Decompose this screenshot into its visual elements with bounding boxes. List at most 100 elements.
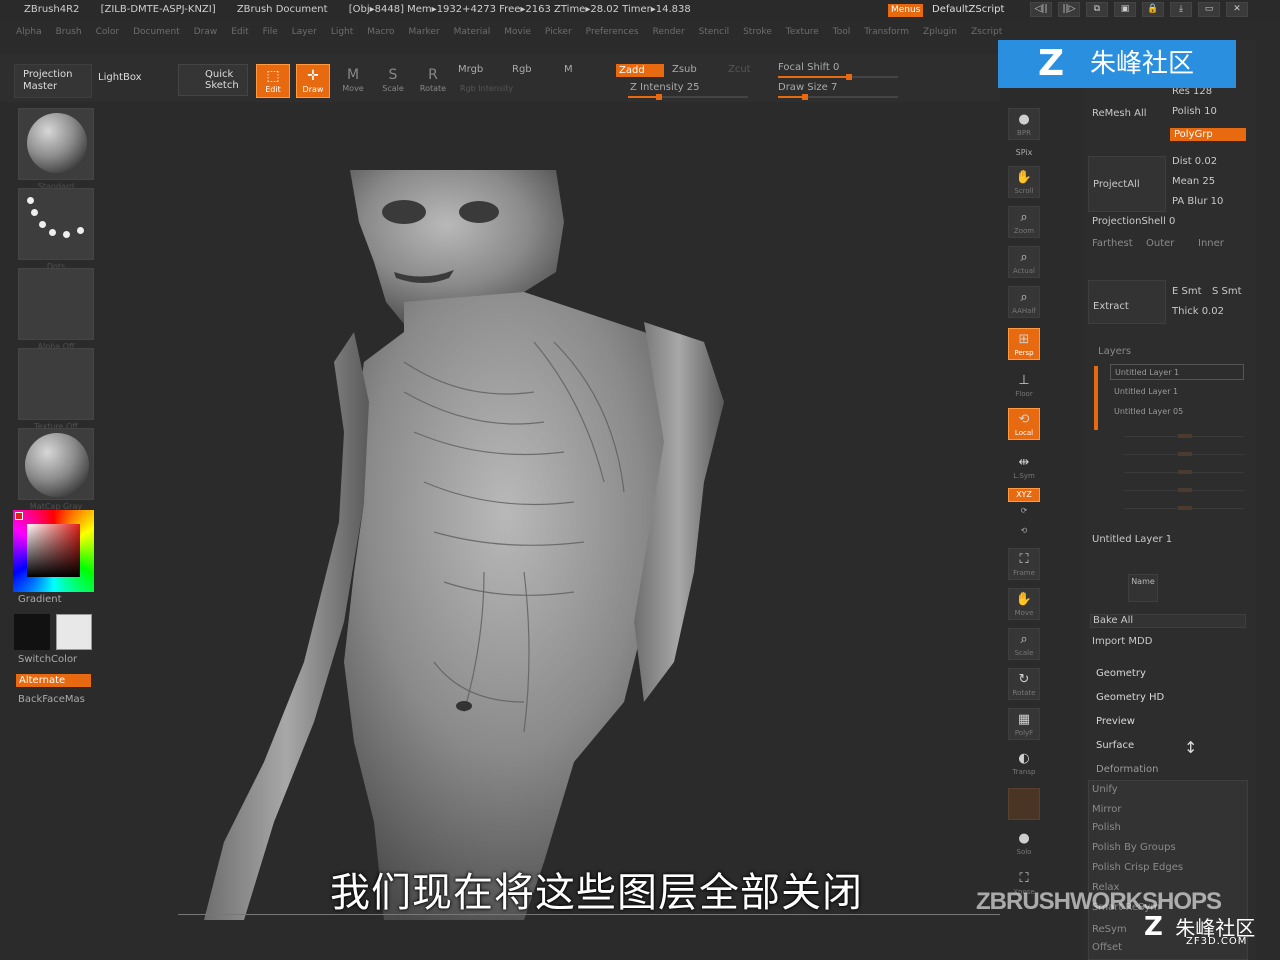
material-thumbnail[interactable]: MatCap Gray [18,428,94,511]
menu-item-stencil[interactable]: Stencil [699,22,729,42]
resym-button[interactable]: ReSym [1092,924,1127,935]
canvas-viewport[interactable] [104,102,1000,920]
default-zscript[interactable]: DefaultZScript [932,0,1004,20]
menu-item-render[interactable]: Render [653,22,685,42]
lightbox-button[interactable]: LightBox [98,72,142,83]
edit-button[interactable]: ⬚ Edit [256,64,290,98]
geometry-section[interactable]: Geometry [1096,668,1146,679]
geometry-hd-section[interactable]: Geometry HD [1096,692,1164,703]
spix-slider[interactable]: SPix [1008,148,1040,157]
zoom-button[interactable]: ⌕ Zoom [1008,206,1040,238]
move-button[interactable]: M Move [336,64,370,98]
close-icon[interactable]: ✕ [1226,2,1248,17]
layer-scroll[interactable] [1094,366,1098,430]
aahalf-button[interactable]: ⌕ AAHalf [1008,286,1040,318]
menu-item-transform[interactable]: Transform [864,22,909,42]
menu-item-alpha[interactable]: Alpha [16,22,42,42]
stroke-thumbnail[interactable]: Dots [18,188,94,271]
menu-item-draw[interactable]: Draw [194,22,218,42]
menu-item-tool[interactable]: Tool [833,22,850,42]
xyz-button[interactable]: XYZ [1008,488,1040,502]
scale-view-button[interactable]: ⌕ Scale [1008,628,1040,660]
transp-button[interactable]: ◐ Transp [1008,748,1040,780]
m-button[interactable]: M [564,64,573,75]
project-all-button[interactable]: ProjectAll [1088,156,1166,212]
local-button[interactable]: ⟲ Local [1008,408,1040,440]
scale-button[interactable]: S Scale [376,64,410,98]
menu-item-texture[interactable]: Texture [786,22,819,42]
minimize-icon[interactable]: ⤓ [1170,2,1192,17]
e-smt-slider[interactable]: E Smt [1172,286,1202,297]
main-color-swatch[interactable] [14,614,50,650]
bpr-button[interactable]: ● BPR [1008,108,1040,140]
menu-item-zplugin[interactable]: Zplugin [923,22,957,42]
texture-thumbnail[interactable]: Texture Off [18,348,94,431]
bake-all-button[interactable]: Bake All [1090,614,1246,628]
maximize-icon[interactable]: ▭ [1198,2,1220,17]
polish-by-groups-slider[interactable]: Polish By Groups [1092,842,1176,853]
rotate-y-icon[interactable]: ⟳ [1008,506,1040,515]
z-intensity-track[interactable] [628,94,748,100]
menu-item-marker[interactable]: Marker [409,22,440,42]
draw-button[interactable]: ✛ Draw [296,64,330,98]
polish-deform-slider[interactable]: Polish [1092,822,1121,833]
polish-crisp-edges-slider[interactable]: Polish Crisp Edges [1092,862,1183,873]
polish-slider[interactable]: Polish 10 [1172,106,1217,117]
polyf-button[interactable]: ▦ PolyF [1008,708,1040,740]
farthest-button[interactable]: Farthest [1092,238,1133,249]
focal-shift-track[interactable] [778,74,898,80]
menu-item-layer[interactable]: Layer [292,22,317,42]
draw-size-track[interactable] [778,94,898,100]
solo-button[interactable]: ● Solo [1008,828,1040,860]
menu-item-movie[interactable]: Movie [504,22,531,42]
outer-button[interactable]: Outer [1146,238,1174,249]
menu-item-light[interactable]: Light [331,22,353,42]
polygrp-button[interactable]: PolyGrp [1170,128,1246,141]
s-smt-slider[interactable]: S Smt [1212,286,1242,297]
menu-item-edit[interactable]: Edit [231,22,248,42]
focal-shift-slider[interactable]: Focal Shift 0 [778,62,839,73]
rgb-button[interactable]: Rgb [512,64,532,75]
extract-button[interactable]: Extract [1088,280,1166,324]
gradient-label[interactable]: Gradient [18,594,62,605]
projection-shell-slider[interactable]: ProjectionShell 0 [1092,216,1175,227]
menu-item-zscript[interactable]: Zscript [971,22,1002,42]
scroll-button[interactable]: ✋ Scroll [1008,166,1040,198]
frame-button[interactable]: ⛶ Frame [1008,548,1040,580]
draw-size-slider[interactable]: Draw Size 7 [778,82,837,93]
layer-item[interactable]: Untitled Layer 1 [1110,384,1244,400]
menu-item-brush[interactable]: Brush [56,22,82,42]
offset-slider[interactable]: Offset [1092,942,1122,953]
pa-blur-slider[interactable]: PA Blur 10 [1172,196,1223,207]
layers-header[interactable]: Layers [1098,346,1131,357]
thick-slider[interactable]: Thick 0.02 [1172,306,1224,317]
backfacemask-button[interactable]: BackFaceMas [18,694,85,705]
switchcolor-button[interactable]: SwitchColor [18,654,77,665]
window-icon-3[interactable]: ⧉ [1086,2,1108,17]
menu-item-color[interactable]: Color [96,22,120,42]
ghost-button[interactable] [1008,788,1040,820]
layer-item[interactable]: Untitled Layer 1 [1110,364,1244,380]
secondary-color-swatch[interactable] [56,614,92,650]
floor-button[interactable]: ⊥ Floor [1008,370,1040,402]
menu-item-file[interactable]: File [263,22,278,42]
move-view-button[interactable]: ✋ Move [1008,588,1040,620]
menu-item-preferences[interactable]: Preferences [586,22,639,42]
color-picker[interactable] [13,510,94,592]
mean-slider[interactable]: Mean 25 [1172,176,1215,187]
quick-sketch-button[interactable]: Quick Sketch [178,64,248,96]
alpha-thumbnail[interactable]: Alpha Off [18,268,94,351]
mrgb-button[interactable]: Mrgb [458,64,483,75]
mirror-button[interactable]: Mirror [1092,804,1121,815]
menu-item-picker[interactable]: Picker [545,22,572,42]
deformation-section[interactable]: Deformation [1096,764,1158,775]
rotate-view-button[interactable]: ↻ Rotate [1008,668,1040,700]
menu-item-stroke[interactable]: Stroke [743,22,772,42]
projection-master-button[interactable]: Projection Master [14,64,92,98]
zcut-button[interactable]: Zcut [728,64,751,75]
window-icon-2[interactable]: ||▷ [1058,2,1080,17]
persp-button[interactable]: ⊞ Persp [1008,328,1040,360]
zsub-button[interactable]: Zsub [672,64,697,75]
window-icon-1[interactable]: ◁|| [1030,2,1052,17]
lsym-button[interactable]: ⇹ L.Sym [1008,452,1040,480]
